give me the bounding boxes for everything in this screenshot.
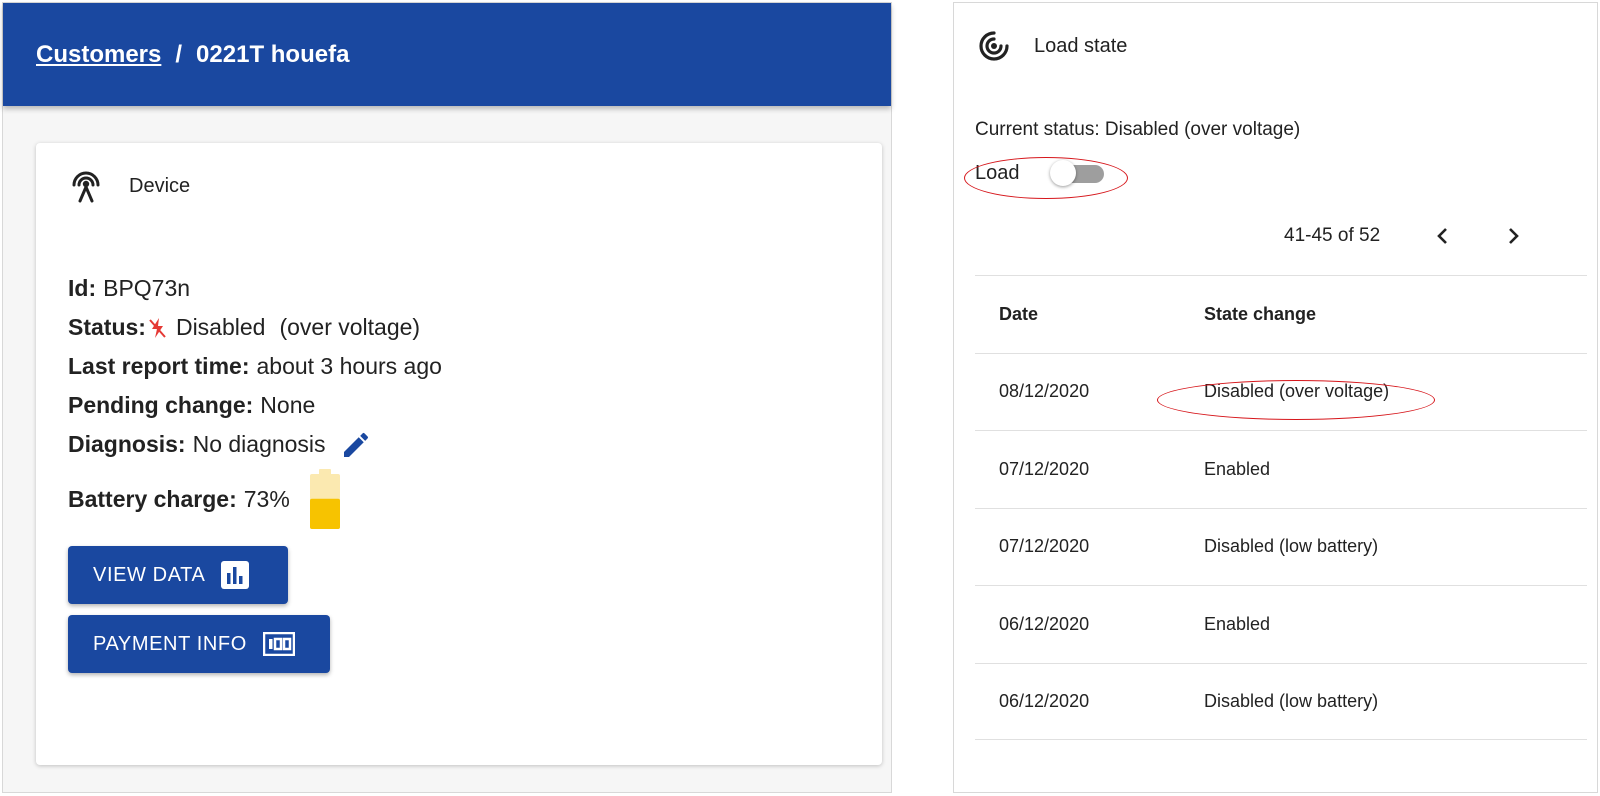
row-state-change: Disabled (low battery) — [1204, 690, 1379, 711]
chevron-left-icon[interactable] — [1432, 225, 1454, 247]
pencil-icon[interactable] — [340, 429, 372, 461]
pagination: 41-45 of 52 — [1284, 225, 1524, 247]
last-report-label: Last report time: — [68, 353, 250, 379]
table-row: 07/12/2020 Enabled — [975, 430, 1587, 508]
payment-info-button[interactable]: PAYMENT INFO — [68, 615, 330, 673]
load-state-header: Load state — [978, 30, 1127, 62]
row-state-change: Disabled (low battery) — [1204, 536, 1379, 557]
table-row: 06/12/2020 Enabled — [975, 585, 1587, 663]
row-date: 06/12/2020 — [999, 690, 1090, 711]
table-row: 06/12/2020 Disabled (low battery) — [975, 662, 1587, 740]
id-value: BPQ73n — [103, 275, 191, 301]
table-row: 07/12/2020 Disabled (low battery) — [975, 507, 1587, 586]
breadcrumb-separator: / — [175, 40, 183, 68]
breadcrumb-current: 0221T houefa — [196, 40, 350, 68]
device-card: Device Id: BPQ73n Status: Disabled (over… — [36, 143, 882, 765]
battery-value: 73% — [243, 485, 290, 512]
payment-info-label: PAYMENT INFO — [93, 632, 247, 655]
row-date: 08/12/2020 — [999, 381, 1090, 402]
status-note: (over voltage) — [279, 314, 421, 340]
device-card-header: Device — [68, 168, 190, 204]
power-off-icon — [148, 316, 168, 340]
load-state-table: Date State change 08/12/2020 Disabled (o… — [975, 275, 1587, 740]
row-date: 07/12/2020 — [999, 458, 1090, 479]
id-label: Id: — [68, 275, 97, 301]
breadcrumb-customers-link[interactable]: Customers — [36, 41, 161, 68]
column-header-state-change: State change — [1204, 303, 1317, 324]
status-label: Status: — [68, 314, 146, 340]
customer-device-panel: Customers / 0221T houefa Device Id: BPQ73n… — [2, 2, 892, 793]
table-row: 08/12/2020 Disabled (over voltage) — [975, 352, 1587, 431]
load-icon — [978, 30, 1010, 62]
device-info: Id: BPQ73n Status: Disabled (over voltag… — [68, 269, 442, 534]
antenna-icon — [68, 168, 104, 204]
diagnosis-value: No diagnosis — [192, 431, 326, 457]
pending-change-label: Pending change: — [68, 392, 254, 418]
row-date: 07/12/2020 — [999, 536, 1090, 557]
last-report-value: about 3 hours ago — [256, 353, 442, 379]
status-value: Disabled — [175, 314, 266, 340]
last-report-row: Last report time: about 3 hours ago — [68, 347, 442, 386]
load-state-panel: Load state Current status: Disabled (ove… — [953, 2, 1598, 793]
battery-label: Battery charge: — [68, 485, 237, 512]
app-header: Customers / 0221T houefa — [3, 3, 891, 106]
money-icon — [262, 632, 295, 656]
table-header-row: Date State change — [975, 275, 1587, 353]
row-state-change: Disabled (over voltage) — [1204, 381, 1390, 402]
column-header-date: Date — [999, 303, 1039, 324]
breadcrumb: Customers / 0221T houefa — [36, 41, 349, 69]
battery-row: Battery charge: 73% — [68, 464, 442, 534]
current-status-text: Current status: Disabled (over voltage) — [975, 119, 1301, 140]
pagination-range: 41-45 of 52 — [1284, 225, 1381, 246]
diagnosis-label: Diagnosis: — [68, 431, 186, 457]
row-state-change: Enabled — [1204, 613, 1271, 634]
bar-chart-icon — [221, 561, 250, 589]
load-toggle-switch[interactable] — [1049, 159, 1106, 187]
diagnosis-row: Diagnosis: No diagnosis — [68, 425, 442, 464]
device-id-row: Id: BPQ73n — [68, 269, 442, 308]
pending-change-row: Pending change: None — [68, 386, 442, 425]
view-data-button[interactable]: VIEW DATA — [68, 546, 288, 604]
load-toggle-label: Load — [975, 161, 1020, 184]
battery-icon — [309, 469, 340, 529]
toggle-thumb — [1049, 160, 1076, 186]
row-state-change: Enabled — [1204, 458, 1271, 479]
row-date: 06/12/2020 — [999, 613, 1090, 634]
chevron-right-icon[interactable] — [1502, 225, 1524, 247]
load-state-title: Load state — [1034, 34, 1128, 57]
load-toggle-row: Load — [975, 159, 1106, 187]
device-status-row: Status: Disabled (over voltage) — [68, 308, 442, 347]
device-card-title: Device — [129, 174, 191, 197]
view-data-label: VIEW DATA — [93, 563, 206, 586]
pending-change-value: None — [260, 392, 316, 418]
